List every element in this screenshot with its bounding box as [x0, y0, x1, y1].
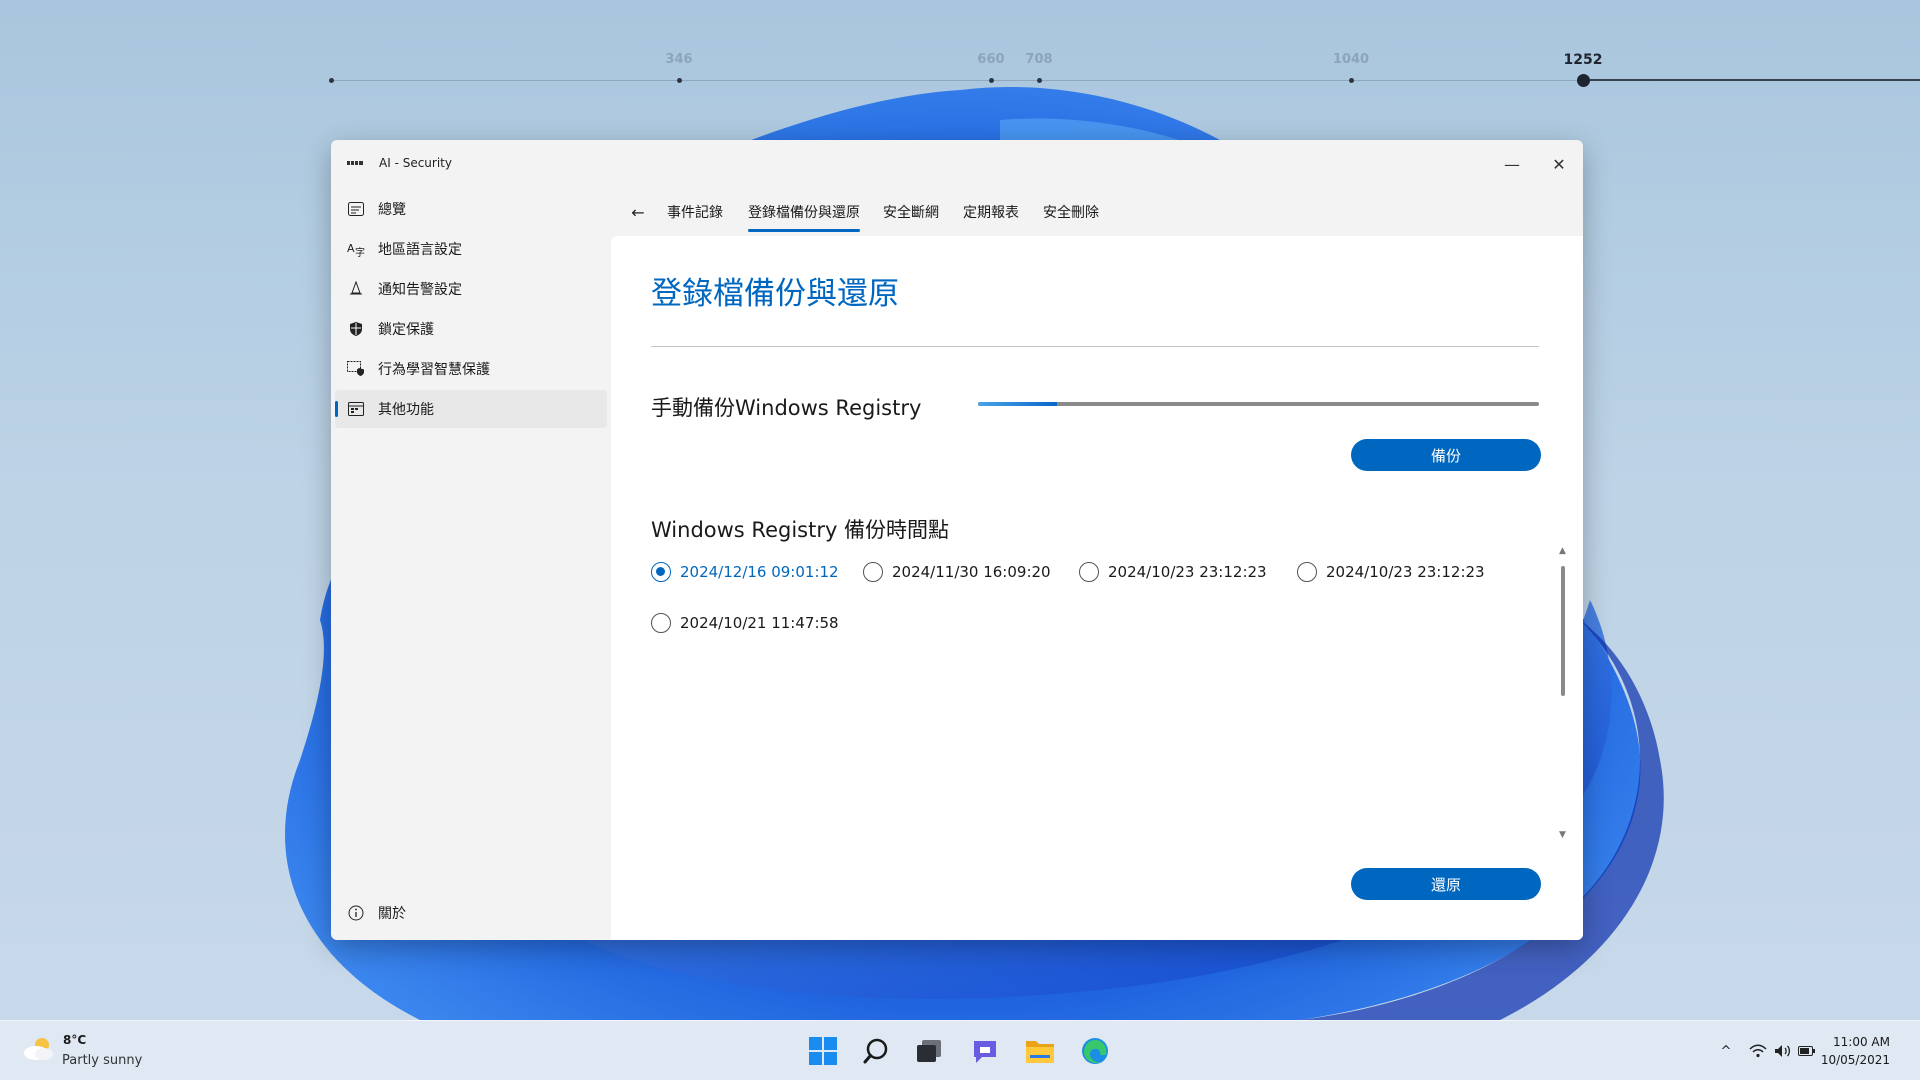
svg-text:A: A — [347, 242, 355, 255]
scroll-up-icon[interactable]: ▲ — [1559, 546, 1566, 556]
radio-circle[interactable] — [1297, 562, 1317, 582]
backup-progress-fill — [978, 402, 1057, 406]
timeline-label: 708 — [1025, 52, 1053, 67]
tray-overflow-chevron-icon[interactable]: ^ — [1716, 1041, 1736, 1061]
sidebar-item-label: 其他功能 — [378, 402, 434, 418]
volume-icon[interactable] — [1773, 1041, 1793, 1061]
backup-button[interactable]: 備份 — [1351, 439, 1541, 471]
timeline-track — [330, 80, 1580, 81]
info-icon — [347, 904, 365, 922]
sidebar-item-about[interactable]: 關於 — [335, 894, 607, 932]
shield-icon — [347, 320, 365, 338]
restore-point-radio[interactable]: 2024/12/16 09:01:12 — [651, 562, 839, 582]
timeline-label-current: 1252 — [1563, 52, 1603, 68]
timeline: 346 660 708 1040 1252 — [0, 0, 1920, 110]
sidebar-item-notification[interactable]: 通知告警設定 — [335, 270, 607, 308]
svg-text:字: 字 — [355, 246, 365, 257]
restore-point-label: 2024/11/30 16:09:20 — [892, 563, 1051, 581]
back-button[interactable]: ← — [623, 197, 653, 227]
battery-icon[interactable] — [1797, 1041, 1817, 1061]
sidebar-item-language[interactable]: A字 地區語言設定 — [335, 230, 607, 268]
restore-point-radio[interactable]: 2024/10/21 11:47:58 — [651, 613, 839, 633]
weather-temperature[interactable]: 8°C — [63, 1033, 86, 1047]
sidebar-item-lock-protection[interactable]: 鎖定保護 — [335, 310, 607, 348]
window-title: AI - Security — [379, 156, 452, 170]
clock-time[interactable]: 11:00 AM — [1833, 1035, 1890, 1049]
content-panel: 登錄檔備份與還原 手動備份Windows Registry 備份 Windows… — [611, 236, 1583, 940]
restore-point-radio[interactable]: 2024/10/23 23:12:23 — [1079, 562, 1267, 582]
sidebar-item-label: 地區語言設定 — [378, 242, 462, 258]
windows-start-icon[interactable] — [807, 1035, 839, 1067]
restore-point-label: 2024/12/16 09:01:12 — [680, 563, 839, 581]
search-icon[interactable] — [860, 1035, 892, 1067]
timeline-dot-current[interactable] — [1577, 74, 1590, 87]
restore-point-label: 2024/10/23 23:12:23 — [1108, 563, 1267, 581]
timeline-label: 346 — [665, 52, 693, 67]
restore-point-radio[interactable]: 2024/11/30 16:09:20 — [863, 562, 1051, 582]
edge-browser-icon[interactable] — [1079, 1035, 1111, 1067]
timeline-dot[interactable] — [329, 78, 334, 83]
notification-icon — [347, 280, 365, 298]
tab-safe-disconnect[interactable]: 安全斷網 — [883, 202, 939, 222]
clock-date[interactable]: 10/05/2021 — [1821, 1053, 1890, 1067]
title-bar[interactable]: AI - Security — ✕ — [331, 140, 1583, 188]
language-icon: A字 — [347, 240, 365, 258]
wifi-icon[interactable] — [1748, 1041, 1768, 1061]
sidebar-item-label: 總覽 — [378, 202, 406, 218]
backup-progress-bar — [978, 402, 1539, 406]
taskbar: 8°C Partly sunny ^ 11:00 AM 10/05/2021 — [0, 1020, 1920, 1080]
sidebar-item-label: 鎖定保護 — [378, 322, 434, 338]
tab-periodic-report[interactable]: 定期報表 — [963, 202, 1019, 222]
chat-icon[interactable] — [969, 1035, 1001, 1067]
partly-sunny-icon[interactable] — [22, 1035, 56, 1063]
radio-circle[interactable] — [651, 562, 671, 582]
timeline-label: 660 — [977, 52, 1005, 67]
timeline-dot[interactable] — [1349, 78, 1354, 83]
restore-points-label: Windows Registry 備份時間點 — [651, 518, 950, 542]
sidebar-item-overview[interactable]: 總覽 — [335, 190, 607, 228]
restore-button[interactable]: 還原 — [1351, 868, 1541, 900]
overview-icon — [347, 200, 365, 218]
app-window: AI - Security — ✕ 總覽 A字 地區語言設定 通知告警設定 鎖定… — [331, 140, 1583, 940]
timeline-dot[interactable] — [1037, 78, 1042, 83]
scrollbar[interactable]: ▲ ▼ — [1559, 546, 1567, 842]
divider — [651, 346, 1539, 347]
restore-point-label: 2024/10/21 11:47:58 — [680, 614, 839, 632]
sidebar-item-label: 行為學習智慧保護 — [378, 362, 490, 378]
sidebar-item-other-features[interactable]: 其他功能 — [335, 390, 607, 428]
sidebar-item-label: 關於 — [378, 906, 406, 922]
asus-logo-icon — [347, 161, 363, 165]
restore-point-radio[interactable]: 2024/10/23 23:12:23 — [1297, 562, 1485, 582]
sidebar-item-label: 通知告警設定 — [378, 282, 462, 298]
task-view-icon[interactable] — [913, 1035, 945, 1067]
behavior-learning-icon — [347, 360, 365, 378]
manual-backup-label: 手動備份Windows Registry — [651, 396, 922, 420]
sidebar-item-behavior-learning[interactable]: 行為學習智慧保護 — [335, 350, 607, 388]
tab-event-log[interactable]: 事件記錄 — [667, 202, 723, 222]
timeline-dot[interactable] — [989, 78, 994, 83]
radio-circle[interactable] — [863, 562, 883, 582]
file-explorer-icon[interactable] — [1024, 1035, 1056, 1067]
timeline-label: 1040 — [1332, 52, 1370, 67]
timeline-track-active — [1583, 79, 1920, 81]
sidebar: 總覽 A字 地區語言設定 通知告警設定 鎖定保護 行為學習智慧保護 其他功能 關… — [331, 188, 611, 940]
radio-circle[interactable] — [651, 613, 671, 633]
other-features-icon — [347, 400, 365, 418]
scroll-thumb[interactable] — [1561, 566, 1565, 696]
timeline-dot[interactable] — [677, 78, 682, 83]
weather-description[interactable]: Partly sunny — [62, 1053, 142, 1068]
page-title: 登錄檔備份與還原 — [651, 276, 899, 312]
close-button[interactable]: ✕ — [1536, 148, 1582, 180]
minimize-button[interactable]: — — [1489, 148, 1535, 180]
radio-circle[interactable] — [1079, 562, 1099, 582]
tab-registry-backup[interactable]: 登錄檔備份與還原 — [748, 202, 860, 232]
tab-secure-delete[interactable]: 安全刪除 — [1043, 202, 1099, 222]
scroll-down-icon[interactable]: ▼ — [1559, 830, 1566, 840]
restore-point-label: 2024/10/23 23:12:23 — [1326, 563, 1485, 581]
